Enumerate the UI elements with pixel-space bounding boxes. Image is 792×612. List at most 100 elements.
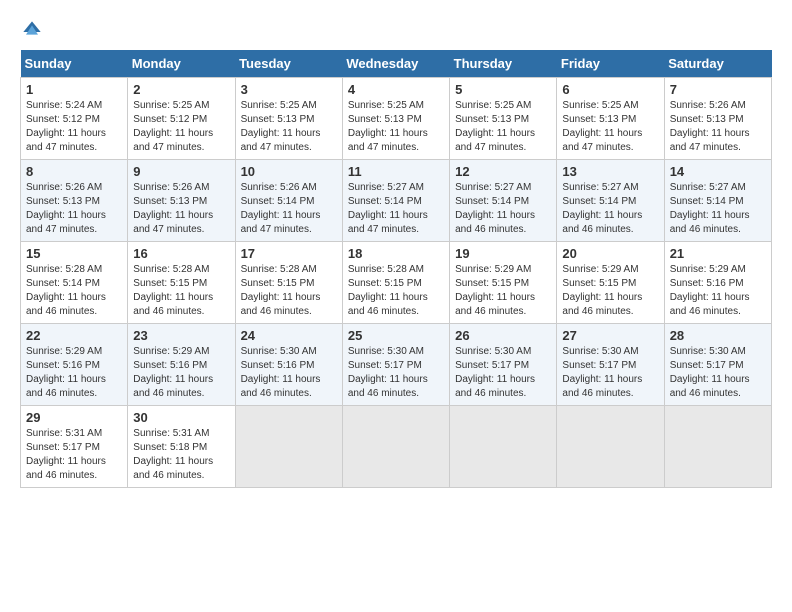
day-info: Sunrise: 5:30 AM Sunset: 5:17 PM Dayligh… [455, 345, 551, 401]
day-info: Sunrise: 5:29 AM Sunset: 5:16 PM Dayligh… [670, 263, 766, 319]
calendar-cell [557, 406, 664, 488]
day-number: 17 [241, 246, 337, 261]
calendar-cell: 21 Sunrise: 5:29 AM Sunset: 5:16 PM Dayli… [664, 242, 771, 324]
calendar-cell: 23 Sunrise: 5:29 AM Sunset: 5:16 PM Dayli… [128, 324, 235, 406]
header-friday: Friday [557, 50, 664, 78]
header-monday: Monday [128, 50, 235, 78]
day-info: Sunrise: 5:28 AM Sunset: 5:14 PM Dayligh… [26, 263, 122, 319]
header-thursday: Thursday [450, 50, 557, 78]
day-info: Sunrise: 5:26 AM Sunset: 5:13 PM Dayligh… [670, 99, 766, 155]
calendar-cell: 11Sunrise: 5:27 AM Sunset: 5:14 PM Dayli… [342, 160, 449, 242]
calendar-cell: 13 Sunrise: 5:27 AM Sunset: 5:14 PM Dayli… [557, 160, 664, 242]
calendar-cell: 5 Sunrise: 5:25 AM Sunset: 5:13 PM Daylig… [450, 78, 557, 160]
day-info: Sunrise: 5:25 AM Sunset: 5:12 PM Dayligh… [133, 99, 229, 155]
calendar-cell: 15 Sunrise: 5:28 AM Sunset: 5:14 PM Dayli… [21, 242, 128, 324]
calendar-cell: 7 Sunrise: 5:26 AM Sunset: 5:13 PM Daylig… [664, 78, 771, 160]
day-number: 1 [26, 82, 122, 97]
calendar-cell: 8 Sunrise: 5:26 AM Sunset: 5:13 PM Daylig… [21, 160, 128, 242]
day-info: Sunrise: 5:26 AM Sunset: 5:14 PM Dayligh… [241, 181, 337, 237]
header-sunday: Sunday [21, 50, 128, 78]
day-number: 25 [348, 328, 444, 343]
calendar-cell: 20 Sunrise: 5:29 AM Sunset: 5:15 PM Dayli… [557, 242, 664, 324]
calendar-cell [664, 406, 771, 488]
day-info: Sunrise: 5:25 AM Sunset: 5:13 PM Dayligh… [348, 99, 444, 155]
day-number: 19 [455, 246, 551, 261]
header-tuesday: Tuesday [235, 50, 342, 78]
day-number: 15 [26, 246, 122, 261]
calendar-cell: 29 Sunrise: 5:31 AM Sunset: 5:17 PM Dayli… [21, 406, 128, 488]
day-number: 26 [455, 328, 551, 343]
day-number: 27 [562, 328, 658, 343]
day-info: Sunrise: 5:28 AM Sunset: 5:15 PM Dayligh… [133, 263, 229, 319]
page-header [20, 20, 772, 40]
day-number: 12 [455, 164, 551, 179]
day-number: 13 [562, 164, 658, 179]
calendar-cell: 19 Sunrise: 5:29 AM Sunset: 5:15 PM Dayli… [450, 242, 557, 324]
day-number: 5 [455, 82, 551, 97]
calendar-cell: 9 Sunrise: 5:26 AM Sunset: 5:13 PM Daylig… [128, 160, 235, 242]
calendar-cell: 27 Sunrise: 5:30 AM Sunset: 5:17 PM Dayli… [557, 324, 664, 406]
day-number: 24 [241, 328, 337, 343]
day-number: 22 [26, 328, 122, 343]
calendar-cell: 17Sunrise: 5:28 AM Sunset: 5:15 PM Dayli… [235, 242, 342, 324]
calendar-cell: 14 Sunrise: 5:27 AM Sunset: 5:14 PM Dayli… [664, 160, 771, 242]
day-number: 2 [133, 82, 229, 97]
day-info: Sunrise: 5:27 AM Sunset: 5:14 PM Dayligh… [670, 181, 766, 237]
day-number: 11 [348, 164, 444, 179]
day-info: Sunrise: 5:28 AM Sunset: 5:15 PM Dayligh… [348, 263, 444, 319]
day-number: 10 [241, 164, 337, 179]
day-info: Sunrise: 5:30 AM Sunset: 5:16 PM Dayligh… [241, 345, 337, 401]
day-number: 16 [133, 246, 229, 261]
day-number: 29 [26, 410, 122, 425]
day-info: Sunrise: 5:31 AM Sunset: 5:17 PM Dayligh… [26, 427, 122, 483]
day-number: 6 [562, 82, 658, 97]
calendar-cell: 16 Sunrise: 5:28 AM Sunset: 5:15 PM Dayli… [128, 242, 235, 324]
week-row-4: 22 Sunrise: 5:29 AM Sunset: 5:16 PM Dayli… [21, 324, 772, 406]
day-number: 8 [26, 164, 122, 179]
day-info: Sunrise: 5:26 AM Sunset: 5:13 PM Dayligh… [133, 181, 229, 237]
day-info: Sunrise: 5:24 AM Sunset: 5:12 PM Dayligh… [26, 99, 122, 155]
calendar-cell [450, 406, 557, 488]
day-number: 20 [562, 246, 658, 261]
day-info: Sunrise: 5:29 AM Sunset: 5:15 PM Dayligh… [455, 263, 551, 319]
day-info: Sunrise: 5:29 AM Sunset: 5:16 PM Dayligh… [133, 345, 229, 401]
calendar-table: SundayMondayTuesdayWednesdayThursdayFrid… [20, 50, 772, 488]
day-number: 9 [133, 164, 229, 179]
day-info: Sunrise: 5:25 AM Sunset: 5:13 PM Dayligh… [562, 99, 658, 155]
day-number: 23 [133, 328, 229, 343]
day-number: 14 [670, 164, 766, 179]
week-row-1: 1 Sunrise: 5:24 AM Sunset: 5:12 PM Daylig… [21, 78, 772, 160]
day-info: Sunrise: 5:25 AM Sunset: 5:13 PM Dayligh… [455, 99, 551, 155]
calendar-cell: 12 Sunrise: 5:27 AM Sunset: 5:14 PM Dayli… [450, 160, 557, 242]
calendar-cell: 2 Sunrise: 5:25 AM Sunset: 5:12 PM Daylig… [128, 78, 235, 160]
day-info: Sunrise: 5:30 AM Sunset: 5:17 PM Dayligh… [670, 345, 766, 401]
calendar-cell [342, 406, 449, 488]
day-number: 4 [348, 82, 444, 97]
calendar-cell [235, 406, 342, 488]
logo-icon [22, 20, 42, 40]
calendar-cell: 3Sunrise: 5:25 AM Sunset: 5:13 PM Daylig… [235, 78, 342, 160]
day-info: Sunrise: 5:30 AM Sunset: 5:17 PM Dayligh… [562, 345, 658, 401]
calendar-cell: 6 Sunrise: 5:25 AM Sunset: 5:13 PM Daylig… [557, 78, 664, 160]
day-number: 28 [670, 328, 766, 343]
calendar-cell: 10 Sunrise: 5:26 AM Sunset: 5:14 PM Dayli… [235, 160, 342, 242]
day-info: Sunrise: 5:29 AM Sunset: 5:16 PM Dayligh… [26, 345, 122, 401]
calendar-cell: 1 Sunrise: 5:24 AM Sunset: 5:12 PM Daylig… [21, 78, 128, 160]
header-saturday: Saturday [664, 50, 771, 78]
day-number: 7 [670, 82, 766, 97]
calendar-cell: 25 Sunrise: 5:30 AM Sunset: 5:17 PM Dayli… [342, 324, 449, 406]
calendar-cell: 24 Sunrise: 5:30 AM Sunset: 5:16 PM Dayli… [235, 324, 342, 406]
day-info: Sunrise: 5:31 AM Sunset: 5:18 PM Dayligh… [133, 427, 229, 483]
week-row-3: 15 Sunrise: 5:28 AM Sunset: 5:14 PM Dayli… [21, 242, 772, 324]
day-info: Sunrise: 5:26 AM Sunset: 5:13 PM Dayligh… [26, 181, 122, 237]
calendar-cell: 18Sunrise: 5:28 AM Sunset: 5:15 PM Dayli… [342, 242, 449, 324]
day-info: Sunrise: 5:27 AM Sunset: 5:14 PM Dayligh… [562, 181, 658, 237]
day-info: Sunrise: 5:30 AM Sunset: 5:17 PM Dayligh… [348, 345, 444, 401]
calendar-cell: 4 Sunrise: 5:25 AM Sunset: 5:13 PM Daylig… [342, 78, 449, 160]
day-info: Sunrise: 5:27 AM Sunset: 5:14 PM Dayligh… [455, 181, 551, 237]
day-info: Sunrise: 5:29 AM Sunset: 5:15 PM Dayligh… [562, 263, 658, 319]
day-number: 21 [670, 246, 766, 261]
day-info: Sunrise: 5:25 AM Sunset: 5:13 PM Dayligh… [241, 99, 337, 155]
calendar-cell: 22 Sunrise: 5:29 AM Sunset: 5:16 PM Dayli… [21, 324, 128, 406]
calendar-cell: 30Sunrise: 5:31 AM Sunset: 5:18 PM Dayli… [128, 406, 235, 488]
